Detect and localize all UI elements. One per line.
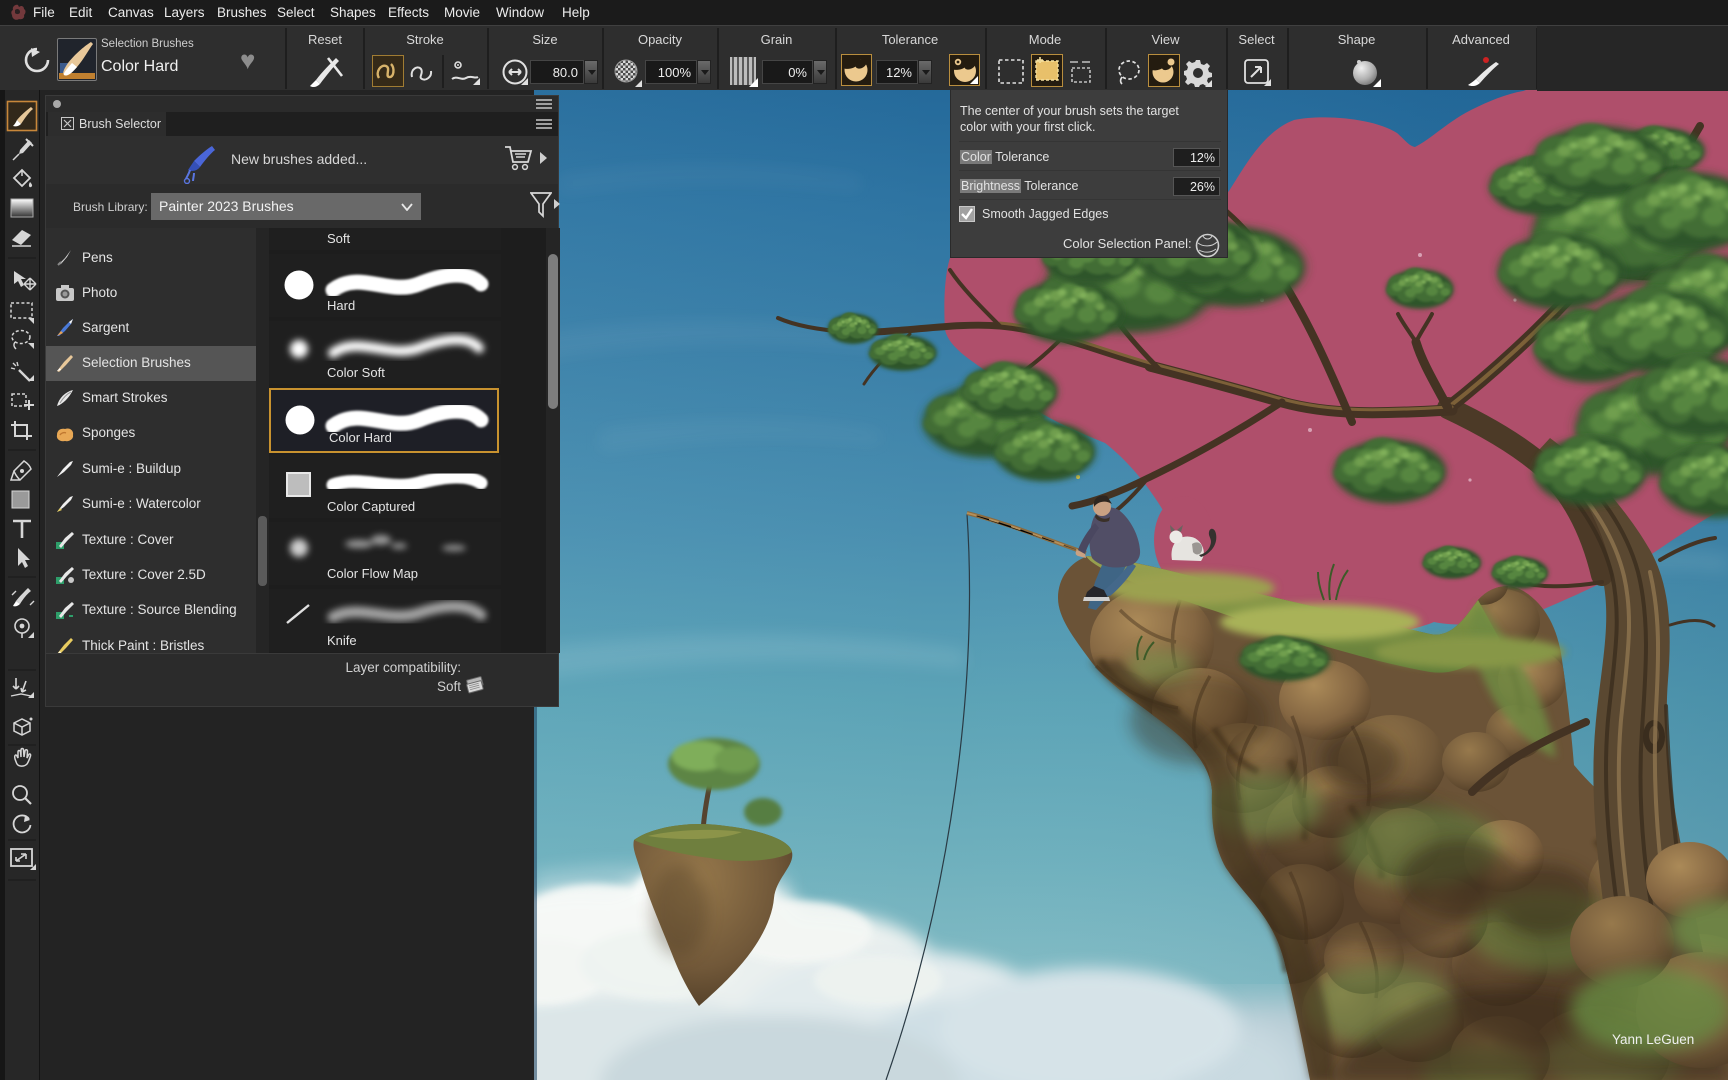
svg-text:Yann LeGuen: Yann LeGuen — [1612, 1032, 1694, 1047]
